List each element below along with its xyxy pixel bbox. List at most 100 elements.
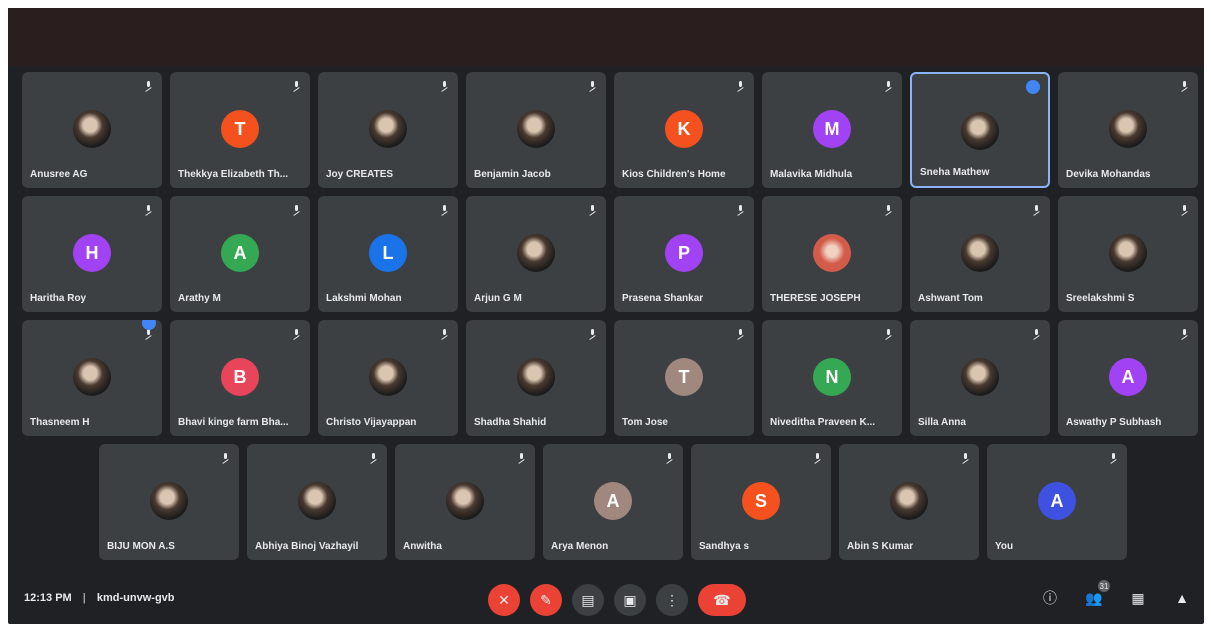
mic-muted-icon	[1033, 329, 1040, 339]
participant-tile[interactable]: Benjamin Jacob	[466, 72, 606, 188]
camera-off-icon: ✎	[540, 591, 552, 608]
avatar	[1109, 234, 1147, 272]
mic-muted-icon	[814, 453, 821, 463]
participant-tile[interactable]: L Lakshmi Mohan	[318, 196, 458, 312]
participant-name: Abhiya Binoj Vazhayil	[255, 541, 359, 552]
participant-name: Sandhya s	[699, 541, 750, 552]
hand-raise-icon	[142, 320, 156, 330]
participant-tile[interactable]: Shadha Shahid	[466, 320, 606, 436]
participant-name: Joy CREATES	[326, 169, 394, 180]
participant-tile[interactable]: Thasneem H	[22, 320, 162, 436]
participant-tile[interactable]: Arjun G M	[466, 196, 606, 312]
participant-row: H Haritha Roy A Arathy M L Lakshmi Mohan Arjun…	[8, 196, 1204, 312]
top-bar	[8, 8, 1204, 66]
participant-tile[interactable]: BIJU MON A.S	[99, 444, 239, 560]
participant-tile[interactable]: Sneha Mathew	[910, 72, 1050, 188]
participant-tile[interactable]: T Thekkya Elizabeth Th...	[170, 72, 310, 188]
meet-window: Anusree AG T Thekkya Elizabeth Th... Joy CR…	[8, 8, 1204, 624]
mic-muted-icon	[589, 81, 596, 91]
leave-call-button[interactable]: ☎	[698, 584, 746, 616]
mic-muted-icon	[885, 81, 892, 91]
chat-button[interactable]: ▦	[1126, 586, 1150, 610]
participant-tile[interactable]: H Haritha Roy	[22, 196, 162, 312]
participant-tile[interactable]: N Niveditha Praveen K...	[762, 320, 902, 436]
participant-tile[interactable]: Abin S Kumar	[839, 444, 979, 560]
mic-muted-icon	[1181, 329, 1188, 339]
participant-tile[interactable]: A Arya Menon	[543, 444, 683, 560]
participant-tile[interactable]: Silla Anna	[910, 320, 1050, 436]
participant-tile[interactable]: A Aswathy P Subhash	[1058, 320, 1198, 436]
avatar	[961, 112, 999, 150]
participant-tile[interactable]: Ashwant Tom	[910, 196, 1050, 312]
participant-name: Lakshmi Mohan	[326, 293, 402, 304]
participant-tile[interactable]: Abhiya Binoj Vazhayil	[247, 444, 387, 560]
mic-muted-icon	[666, 453, 673, 463]
people-count-badge: 31	[1098, 580, 1110, 592]
participant-name: You	[995, 541, 1014, 552]
meeting-details-button[interactable]: ⓘ	[1038, 586, 1062, 610]
participant-tile[interactable]: P Prasena Shankar	[614, 196, 754, 312]
participant-tile[interactable]: THERESE JOSEPH	[762, 196, 902, 312]
mic-muted-icon	[518, 453, 525, 463]
participant-tile[interactable]: M Malavika Midhula	[762, 72, 902, 188]
mic-toggle-button[interactable]: ✕	[488, 584, 520, 616]
avatar: H	[73, 234, 111, 272]
participant-name: Haritha Roy	[30, 293, 87, 304]
avatar	[446, 482, 484, 520]
mic-muted-icon	[370, 453, 377, 463]
participant-tile[interactable]: Devika Mohandas	[1058, 72, 1198, 188]
participant-tile[interactable]: Joy CREATES	[318, 72, 458, 188]
avatar	[517, 110, 555, 148]
avatar: A	[1038, 482, 1076, 520]
avatar	[369, 358, 407, 396]
bottom-bar: 12:13 PM | kmd-unvw-gvb ✕ ✎ ▤ ▣ ⋮ ☎ ⓘ 👥 …	[8, 572, 1204, 624]
more-options-button[interactable]: ⋮	[656, 584, 688, 616]
participant-tile[interactable]: T Tom Jose	[614, 320, 754, 436]
avatar: A	[1109, 358, 1147, 396]
separator: |	[82, 592, 86, 604]
participant-tile[interactable]: Christo Vijayappan	[318, 320, 458, 436]
hangup-icon: ☎	[713, 591, 731, 608]
side-controls: ⓘ 👥 31 ▦ ▲	[1038, 580, 1194, 610]
participant-tile[interactable]: A You	[987, 444, 1127, 560]
participant-tile[interactable]: Sreelakshmi S	[1058, 196, 1198, 312]
participant-name: Ashwant Tom	[918, 293, 983, 304]
speaking-indicator-icon	[1026, 80, 1040, 94]
mic-muted-icon	[962, 453, 969, 463]
participant-name: Kios Children's Home	[622, 169, 726, 180]
avatar	[517, 358, 555, 396]
meeting-info: 12:13 PM | kmd-unvw-gvb	[24, 592, 175, 604]
mic-muted-icon	[737, 329, 744, 339]
avatar	[150, 482, 188, 520]
camera-toggle-button[interactable]: ✎	[530, 584, 562, 616]
participant-name: Sneha Mathew	[920, 167, 990, 178]
activities-button[interactable]: ▲	[1170, 586, 1194, 610]
participant-name: Prasena Shankar	[622, 293, 704, 304]
present-button[interactable]: ▣	[614, 584, 646, 616]
mic-muted-icon	[293, 81, 300, 91]
mic-muted-icon	[1033, 205, 1040, 215]
participant-tile[interactable]: Anwitha	[395, 444, 535, 560]
people-button[interactable]: 👥 31	[1082, 580, 1110, 610]
participant-name: BIJU MON A.S	[107, 541, 175, 552]
mic-muted-icon	[589, 329, 596, 339]
avatar	[1109, 110, 1147, 148]
participant-tile[interactable]: A Arathy M	[170, 196, 310, 312]
participant-tile[interactable]: S Sandhya s	[691, 444, 831, 560]
participant-tile[interactable]: Anusree AG	[22, 72, 162, 188]
mic-muted-icon	[885, 329, 892, 339]
participant-tile[interactable]: B Bhavi kinge farm Bha...	[170, 320, 310, 436]
captions-icon: ▤	[581, 591, 595, 608]
participant-grid: Anusree AG T Thekkya Elizabeth Th... Joy CR…	[8, 72, 1204, 568]
meeting-code: kmd-unvw-gvb	[96, 592, 175, 604]
participant-name: Devika Mohandas	[1066, 169, 1151, 180]
captions-button[interactable]: ▤	[572, 584, 604, 616]
participant-name: Shadha Shahid	[474, 417, 547, 428]
avatar: T	[221, 110, 259, 148]
participant-name: Abin S Kumar	[847, 541, 914, 552]
participant-name: Arjun G M	[474, 293, 522, 304]
participant-row: BIJU MON A.S Abhiya Binoj Vazhayil Anwitha…	[8, 444, 1204, 560]
mic-muted-icon	[293, 329, 300, 339]
avatar	[813, 234, 851, 272]
participant-tile[interactable]: K Kios Children's Home	[614, 72, 754, 188]
